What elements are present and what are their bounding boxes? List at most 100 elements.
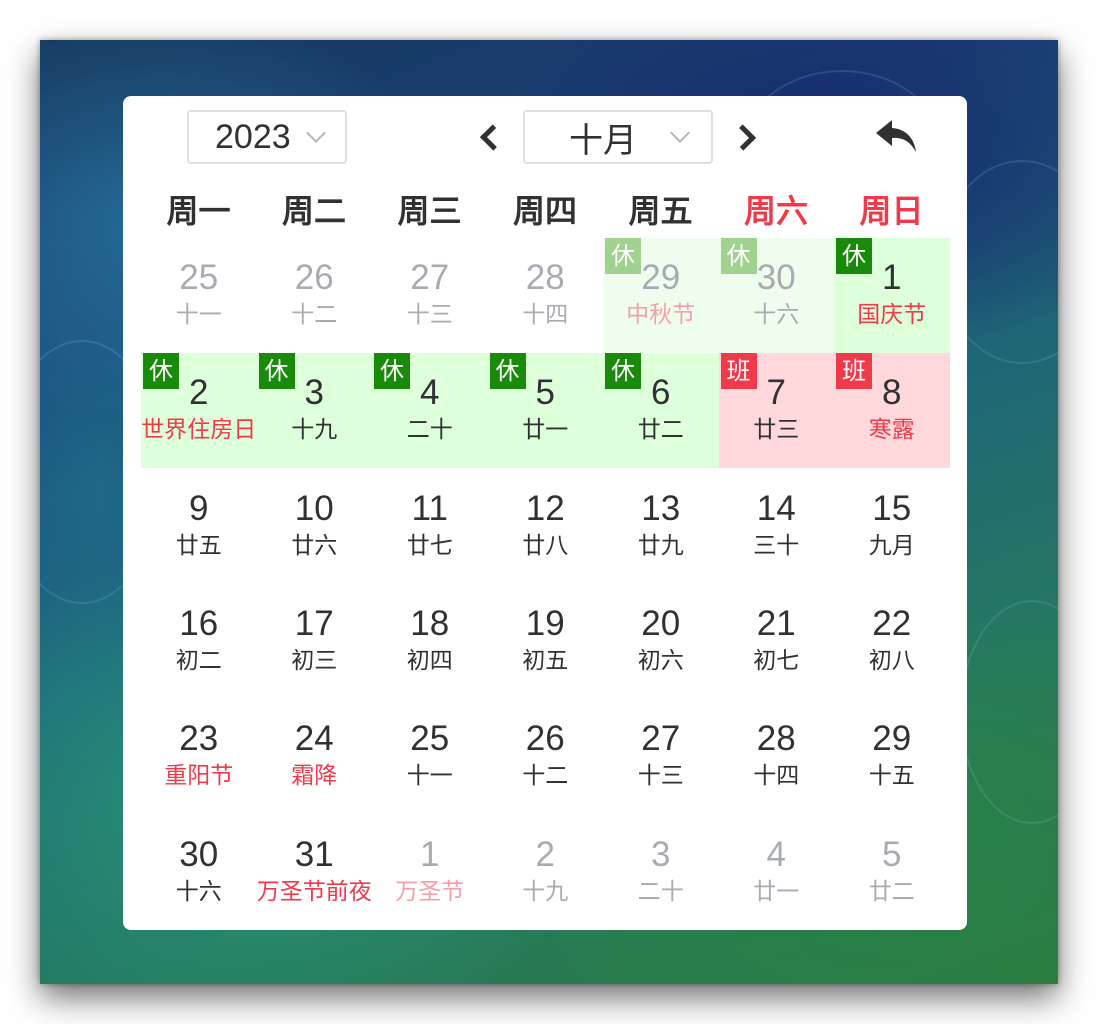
lunar-date: 廿七 xyxy=(406,532,453,559)
day-number: 1 xyxy=(882,258,902,297)
lunar-date: 十一 xyxy=(175,302,222,328)
day-cell[interactable]: 22 初八 xyxy=(834,584,950,699)
day-cell[interactable]: 25 十一 xyxy=(372,699,488,814)
day-number: 4 xyxy=(766,834,786,874)
day-number: 23 xyxy=(179,719,219,759)
day-cell[interactable]: 26 十二 xyxy=(257,238,373,353)
day-cell[interactable]: 5 廿二 xyxy=(834,815,950,930)
day-cell[interactable]: 30 十六 xyxy=(141,815,257,930)
day-number: 7 xyxy=(766,373,786,413)
day-number: 24 xyxy=(294,719,334,759)
day-number: 1 xyxy=(420,834,440,874)
day-cell[interactable]: 休 2 世界住房日 xyxy=(141,353,257,469)
festival-label: 寒露 xyxy=(868,417,915,444)
month-select-value: 十月 xyxy=(569,121,637,160)
lunar-date: 十三 xyxy=(637,763,684,790)
back-to-today-button[interactable] xyxy=(874,116,920,156)
day-number: 21 xyxy=(756,603,796,643)
festival-label: 重阳节 xyxy=(164,763,234,790)
weekday-header: 周五 xyxy=(628,192,693,230)
chevron-down-icon xyxy=(306,123,326,143)
day-cell[interactable]: 23 重阳节 xyxy=(141,699,257,814)
day-cell[interactable]: 班 8 寒露 xyxy=(834,353,950,469)
day-cell[interactable]: 26 十二 xyxy=(488,699,604,814)
day-cell[interactable]: 4 廿一 xyxy=(719,815,835,930)
day-cell[interactable]: 28 十四 xyxy=(488,238,604,353)
day-cell[interactable]: 31 万圣节前夜 xyxy=(257,815,373,930)
day-number: 26 xyxy=(525,719,565,759)
lunar-date: 初八 xyxy=(868,647,915,674)
day-cell[interactable]: 休 29 中秋节 xyxy=(603,238,719,353)
lunar-date: 廿八 xyxy=(522,532,569,559)
day-cell[interactable]: 19 初五 xyxy=(488,584,604,699)
day-cell[interactable]: 休 1 国庆节 xyxy=(834,238,950,353)
day-number: 31 xyxy=(294,834,334,874)
lunar-date: 九月 xyxy=(868,532,915,559)
day-cell[interactable]: 29 十五 xyxy=(834,699,950,814)
day-number: 3 xyxy=(651,834,671,874)
day-cell[interactable]: 20 初六 xyxy=(603,584,719,699)
day-cell[interactable]: 14 三十 xyxy=(719,469,835,584)
lunar-date: 廿一 xyxy=(753,878,800,905)
day-cell[interactable]: 13 廿九 xyxy=(603,469,719,584)
day-number: 25 xyxy=(410,719,450,759)
festival-label: 国庆节 xyxy=(857,302,927,328)
day-cell[interactable]: 12 廿八 xyxy=(488,469,604,584)
chevron-down-icon xyxy=(670,123,690,143)
lunar-date: 廿二 xyxy=(868,878,915,905)
lunar-date: 十二 xyxy=(522,763,569,790)
day-cell[interactable]: 28 十四 xyxy=(719,699,835,814)
day-cell[interactable]: 3 二十 xyxy=(603,815,719,930)
day-number: 14 xyxy=(756,488,796,528)
day-cell[interactable]: 18 初四 xyxy=(372,584,488,699)
day-number: 15 xyxy=(872,488,912,528)
day-number: 26 xyxy=(294,258,334,297)
day-number: 6 xyxy=(651,373,671,413)
festival-label: 世界住房日 xyxy=(141,417,257,444)
day-cell[interactable]: 1 万圣节 xyxy=(372,815,488,930)
lunar-date: 十四 xyxy=(522,302,569,328)
day-cell[interactable]: 休 6 廿二 xyxy=(603,353,719,469)
day-cell[interactable]: 15 九月 xyxy=(834,469,950,584)
next-month-button[interactable] xyxy=(729,120,760,154)
day-cell[interactable]: 休 3 十九 xyxy=(256,353,372,469)
year-select[interactable]: 2023 xyxy=(187,110,347,164)
day-cell[interactable]: 27 十三 xyxy=(603,699,719,814)
reply-icon xyxy=(876,120,916,152)
month-select[interactable]: 十月 xyxy=(523,110,713,164)
day-number: 2 xyxy=(189,373,209,413)
lunar-date: 二十 xyxy=(637,878,684,905)
day-cell[interactable]: 11 廿七 xyxy=(372,469,488,584)
year-select-value: 2023 xyxy=(215,117,291,156)
day-cell[interactable]: 9 廿五 xyxy=(141,469,257,584)
day-number: 16 xyxy=(179,603,219,643)
day-number: 13 xyxy=(641,488,681,528)
day-cell[interactable]: 班 7 廿三 xyxy=(718,353,834,469)
day-cell[interactable]: 休 30 十六 xyxy=(718,238,834,353)
day-number: 28 xyxy=(525,258,565,297)
lunar-date: 十五 xyxy=(868,763,915,790)
day-cell[interactable]: 16 初二 xyxy=(141,584,257,699)
weekday-header: 周日 xyxy=(859,192,924,230)
day-cell[interactable]: 2 十九 xyxy=(488,815,604,930)
day-cell[interactable]: 休 5 廿一 xyxy=(487,353,603,469)
lunar-date: 二十 xyxy=(406,417,453,444)
day-cell[interactable]: 10 廿六 xyxy=(257,469,373,584)
day-number: 17 xyxy=(294,603,334,643)
day-number: 29 xyxy=(872,719,912,759)
day-cell[interactable]: 27 十三 xyxy=(372,238,488,353)
day-cell[interactable]: 休 4 二十 xyxy=(372,353,488,469)
prev-month-button[interactable] xyxy=(476,120,507,154)
day-number: 8 xyxy=(882,373,902,413)
lunar-date: 廿九 xyxy=(637,532,684,559)
day-number: 25 xyxy=(179,258,219,297)
day-number: 30 xyxy=(179,834,219,874)
festival-label: 霜降 xyxy=(291,763,338,790)
day-cell[interactable]: 17 初三 xyxy=(257,584,373,699)
lunar-date: 廿一 xyxy=(522,417,569,444)
lunar-date: 十一 xyxy=(406,763,453,790)
day-cell[interactable]: 25 十一 xyxy=(141,238,257,353)
weekday-header: 周二 xyxy=(281,192,346,230)
day-cell[interactable]: 24 霜降 xyxy=(257,699,373,814)
day-cell[interactable]: 21 初七 xyxy=(719,584,835,699)
